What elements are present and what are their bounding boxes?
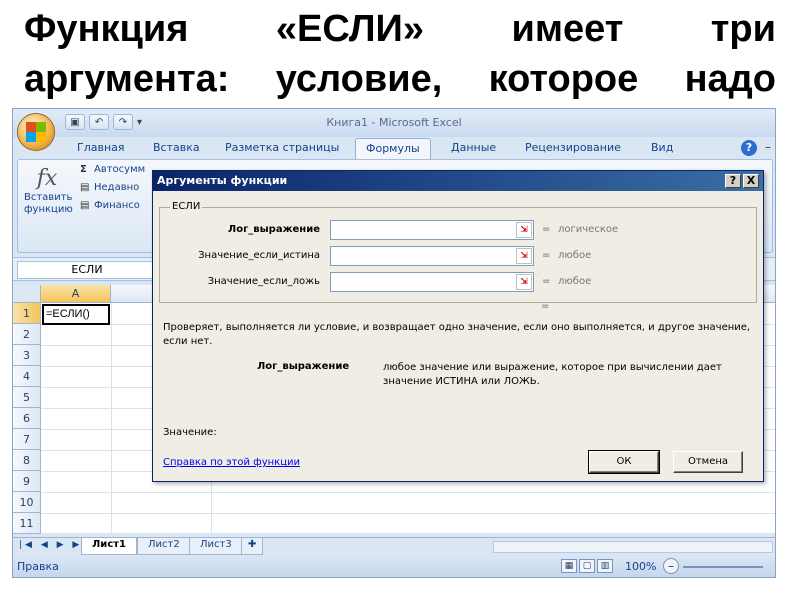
- grid-line: [41, 492, 775, 493]
- row-header-2[interactable]: 2: [13, 324, 41, 345]
- arg-input-value-if-false[interactable]: ⇲: [330, 272, 534, 292]
- dialog-close-button[interactable]: X: [743, 174, 759, 188]
- sheet-tab-2[interactable]: Лист2: [137, 538, 191, 555]
- row-header-6[interactable]: 6: [13, 408, 41, 429]
- sheet-tab-3[interactable]: Лист3: [189, 538, 243, 555]
- page-layout-view-icon[interactable]: ▢: [579, 559, 595, 573]
- arg-eq-sign: =: [542, 276, 551, 287]
- recent-button[interactable]: ▤ Недавно: [80, 182, 139, 193]
- collapse-dialog-icon[interactable]: ⇲: [516, 248, 532, 264]
- zoom-out-icon[interactable]: –: [663, 558, 679, 574]
- sheet-tab-1[interactable]: Лист1: [81, 538, 137, 555]
- sigma-icon: Σ: [80, 164, 87, 175]
- function-help-link[interactable]: Справка по этой функции: [163, 457, 300, 468]
- tab-data[interactable]: Данные: [451, 141, 496, 154]
- formula-result-eq: =: [541, 301, 550, 312]
- financial-label: Финансо: [94, 200, 140, 211]
- row-header-8[interactable]: 8: [13, 450, 41, 471]
- row-header-9[interactable]: 9: [13, 471, 41, 492]
- caption-line-2: аргумента: условие, которое надо: [24, 58, 776, 100]
- book-icon: ▤: [80, 200, 90, 211]
- arg-eq-sign: =: [542, 250, 551, 261]
- help-icon[interactable]: ?: [741, 140, 757, 156]
- cell-a1[interactable]: =ЕСЛИ(): [42, 304, 110, 325]
- title-bar: ▣ ↶ ↷ ▾ Книга1 - Microsoft Excel: [13, 109, 775, 137]
- value-label: Значение:: [163, 427, 217, 438]
- column-header-a[interactable]: A: [41, 285, 111, 303]
- book-icon: ▤: [80, 182, 90, 193]
- ok-button[interactable]: ОК: [588, 450, 660, 474]
- grid-line: [41, 513, 775, 514]
- minimize-ribbon-icon[interactable]: –: [765, 140, 771, 154]
- fx-icon: fx: [36, 166, 58, 191]
- zoom-level[interactable]: 100%: [625, 560, 656, 573]
- status-bar: Правка ▦ ▢ ▥ 100% –: [13, 555, 775, 577]
- tab-review[interactable]: Рецензирование: [525, 141, 621, 154]
- grid-line: [111, 303, 112, 533]
- sheet-nav-buttons[interactable]: |◀ ◀ ▶ ▶|: [19, 540, 88, 550]
- caption-line-1: Функция «ЕСЛИ» имеет три: [24, 8, 776, 50]
- select-all-corner[interactable]: [13, 285, 41, 303]
- insert-function-label: Вставить функцию: [24, 192, 73, 215]
- sheet-tab-bar: |◀ ◀ ▶ ▶| Лист1 Лист2 Лист3 ✚: [13, 537, 775, 555]
- office-logo-icon: [26, 122, 46, 142]
- new-sheet-icon[interactable]: ✚: [241, 538, 264, 555]
- arg-eq-sign: =: [542, 224, 551, 235]
- arg-result-logical-test: логическое: [558, 224, 619, 235]
- arg-label-logical-test: Лог_выражение: [227, 224, 320, 235]
- view-buttons: ▦ ▢ ▥: [561, 559, 613, 573]
- tab-view[interactable]: Вид: [651, 141, 673, 154]
- zoom-slider[interactable]: [683, 566, 763, 568]
- arguments-group: ЕСЛИ Лог_выражение ⇲ = логическое Значен…: [159, 201, 757, 303]
- dialog-help-button[interactable]: ?: [725, 174, 741, 188]
- function-name: ЕСЛИ: [170, 201, 203, 212]
- recent-label: Недавно: [94, 182, 140, 193]
- row-header-5[interactable]: 5: [13, 387, 41, 408]
- row-header-3[interactable]: 3: [13, 345, 41, 366]
- tab-formulas[interactable]: Формулы: [355, 138, 431, 159]
- row-header-10[interactable]: 10: [13, 492, 41, 513]
- row-header-4[interactable]: 4: [13, 366, 41, 387]
- argument-description-text: любое значение или выражение, которое пр…: [383, 362, 722, 387]
- slide-caption: Функция «ЕСЛИ» имеет три аргумента: усло…: [24, 4, 776, 104]
- ribbon-tabs: Главная Вставка Разметка страницы Формул…: [13, 137, 775, 159]
- horizontal-scrollbar[interactable]: [493, 541, 773, 553]
- window-title: Книга1 - Microsoft Excel: [326, 116, 462, 129]
- tab-home[interactable]: Главная: [77, 141, 125, 154]
- row-header-1[interactable]: 1: [13, 303, 41, 324]
- arg-label-value-if-true: Значение_если_истина: [198, 250, 320, 261]
- page-break-view-icon[interactable]: ▥: [597, 559, 613, 573]
- autosum-button[interactable]: Σ Автосумм: [80, 164, 145, 175]
- collapse-dialog-icon[interactable]: ⇲: [516, 274, 532, 290]
- dialog-title: Аргументы функции: [153, 171, 763, 191]
- status-mode: Правка: [17, 560, 59, 573]
- arg-input-value-if-true[interactable]: ⇲: [330, 246, 534, 266]
- function-description: Проверяет, выполняется ли условие, и воз…: [163, 322, 751, 347]
- row-header-7[interactable]: 7: [13, 429, 41, 450]
- arg-label-value-if-false: Значение_если_ложь: [207, 276, 320, 287]
- arg-input-logical-test[interactable]: ⇲: [330, 220, 534, 240]
- argument-description-label: Лог_выражение: [257, 361, 350, 372]
- cancel-button[interactable]: Отмена: [673, 451, 743, 473]
- insert-function-button[interactable]: fx Вставить функцию: [24, 166, 73, 216]
- tab-insert[interactable]: Вставка: [153, 141, 200, 154]
- autosum-label: Автосумм: [94, 164, 146, 175]
- name-box[interactable]: ЕСЛИ: [17, 261, 157, 279]
- financial-button[interactable]: ▤ Финансо: [80, 200, 140, 211]
- row-header-11[interactable]: 11: [13, 513, 41, 534]
- collapse-dialog-icon[interactable]: ⇲: [516, 222, 532, 238]
- arg-result-value-if-true: любое: [558, 250, 592, 261]
- tab-page-layout[interactable]: Разметка страницы: [225, 141, 339, 154]
- arg-result-value-if-false: любое: [558, 276, 592, 287]
- office-button[interactable]: [17, 113, 55, 151]
- normal-view-icon[interactable]: ▦: [561, 559, 577, 573]
- function-arguments-dialog: Аргументы функции ? X ЕСЛИ Лог_выражение…: [152, 170, 764, 482]
